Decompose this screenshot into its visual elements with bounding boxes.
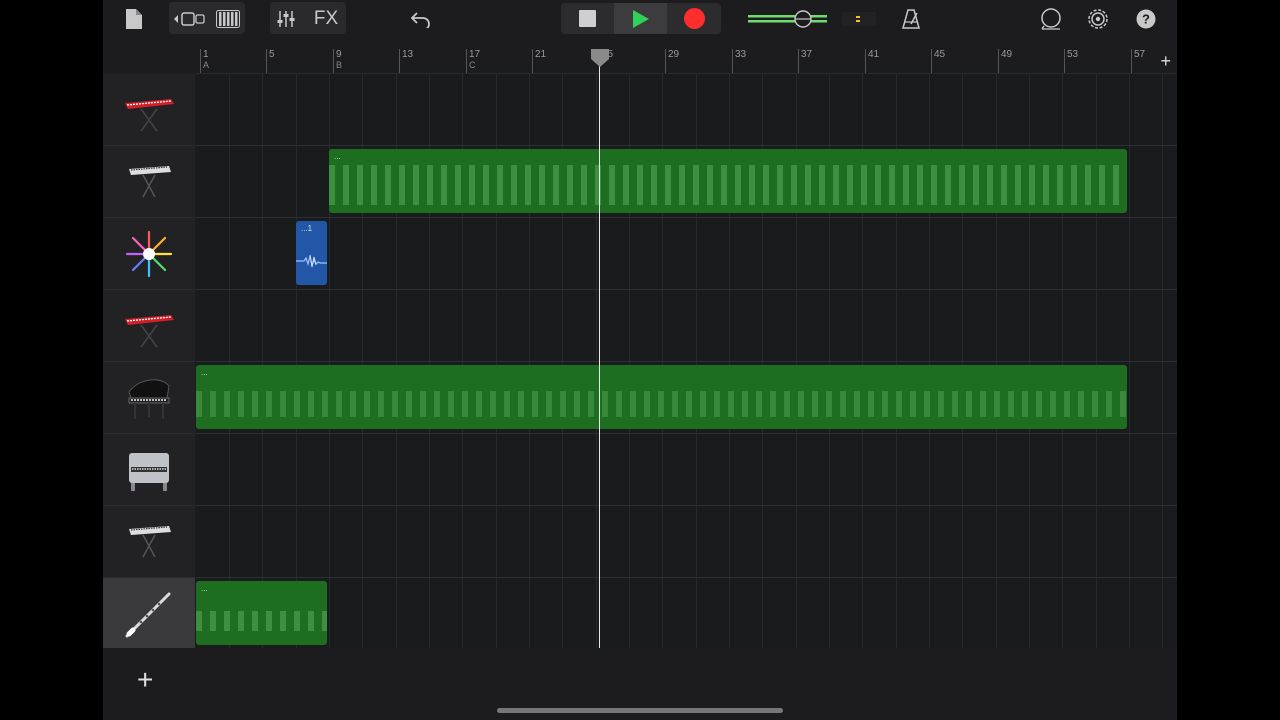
add-section-plus-icon[interactable]: + <box>1160 52 1171 70</box>
bar-37: 37 <box>798 49 812 73</box>
electric-piano-icon <box>129 452 169 491</box>
stop-icon <box>579 10 596 27</box>
volume-slider[interactable] <box>747 5 829 33</box>
garageband-app: FX ? 1 A 5 9 B 13 17 C 21 29 33 37 41 45… <box>103 0 1177 720</box>
metronome-icon[interactable] <box>899 5 923 33</box>
level-meter <box>841 5 877 33</box>
mixer-icon[interactable] <box>273 5 299 33</box>
midi-region[interactable]: ... <box>196 365 1127 429</box>
track-lane-8[interactable]: ... <box>196 578 1177 648</box>
bar-9: 9B <box>333 49 342 73</box>
transport-controls <box>561 3 721 34</box>
track-header-2[interactable] <box>103 146 195 218</box>
document-icon[interactable] <box>121 5 147 33</box>
help-icon[interactable]: ? <box>1134 5 1158 33</box>
track-header-8[interactable] <box>103 578 195 650</box>
bar-1: 1A <box>200 49 209 73</box>
midi-region[interactable]: ... <box>196 581 327 645</box>
svg-text:?: ? <box>1142 12 1150 27</box>
keyboard-stand-icon <box>129 165 171 197</box>
track-lane-2[interactable]: ... <box>196 146 1177 218</box>
grand-piano-icon <box>128 378 170 419</box>
region-name: ... <box>201 584 208 593</box>
stop-button[interactable] <box>561 3 614 34</box>
sparkle-icon <box>125 230 173 277</box>
bar-21: 21 <box>532 49 546 73</box>
play-icon <box>632 9 649 28</box>
undo-icon[interactable] <box>408 5 434 33</box>
audio-region[interactable]: ...1 <box>296 221 327 285</box>
record-button[interactable] <box>668 3 721 34</box>
fx-button[interactable]: FX <box>311 5 341 33</box>
bar-41: 41 <box>865 49 879 73</box>
bar-57: 57 <box>1131 49 1145 73</box>
track-header-6[interactable] <box>103 434 195 506</box>
bar-13: 13 <box>399 49 413 73</box>
timeline-ruler[interactable]: 1A 5 9B 13 17C 21 25 29 33 37 41 45 49 5… <box>196 40 1177 74</box>
track-header-1[interactable] <box>103 74 195 146</box>
midi-region[interactable]: ... <box>329 149 1127 213</box>
track-lane-7[interactable] <box>196 506 1177 578</box>
track-header-5[interactable] <box>103 362 195 434</box>
bar-5: 5 <box>266 49 275 73</box>
track-lanes[interactable]: ... ...1 ... ... <box>196 74 1177 648</box>
waveform <box>296 254 327 268</box>
record-icon <box>684 8 705 29</box>
bar-49: 49 <box>998 49 1012 73</box>
gear-icon[interactable] <box>1086 5 1110 33</box>
red-keyboard-icon <box>125 98 174 131</box>
loop-icon[interactable] <box>1039 5 1063 33</box>
track-header-3[interactable] <box>103 218 195 290</box>
region-name: ... <box>201 368 208 377</box>
region-name: ...1 <box>301 224 313 233</box>
bar-33: 33 <box>732 49 746 73</box>
track-lane-1[interactable] <box>196 74 1177 146</box>
keyboard-stand-icon <box>129 525 171 557</box>
red-keyboard-icon <box>125 314 174 347</box>
home-indicator <box>497 708 783 713</box>
toolbar: FX ? <box>103 0 1177 40</box>
track-lane-3[interactable]: ...1 <box>196 218 1177 290</box>
play-button[interactable] <box>614 3 667 34</box>
track-lane-5[interactable]: ... <box>196 362 1177 434</box>
playhead[interactable] <box>599 50 600 648</box>
track-headers <box>103 74 195 720</box>
track-header-7[interactable] <box>103 506 195 578</box>
tracks-view-icon[interactable] <box>171 5 207 33</box>
add-track-plus-icon[interactable]: + <box>137 666 153 694</box>
playhead-handle[interactable] <box>589 47 611 69</box>
track-header-4[interactable] <box>103 290 195 362</box>
region-name: ... <box>334 152 341 161</box>
clarinet-icon <box>125 592 171 637</box>
bar-29: 29 <box>665 49 679 73</box>
track-lane-6[interactable] <box>196 434 1177 506</box>
bar-45: 45 <box>931 49 945 73</box>
track-lane-4[interactable] <box>196 290 1177 362</box>
bar-17: 17 C <box>466 49 480 73</box>
keyboard-icon[interactable] <box>213 5 243 33</box>
bar-53: 53 <box>1064 49 1078 73</box>
